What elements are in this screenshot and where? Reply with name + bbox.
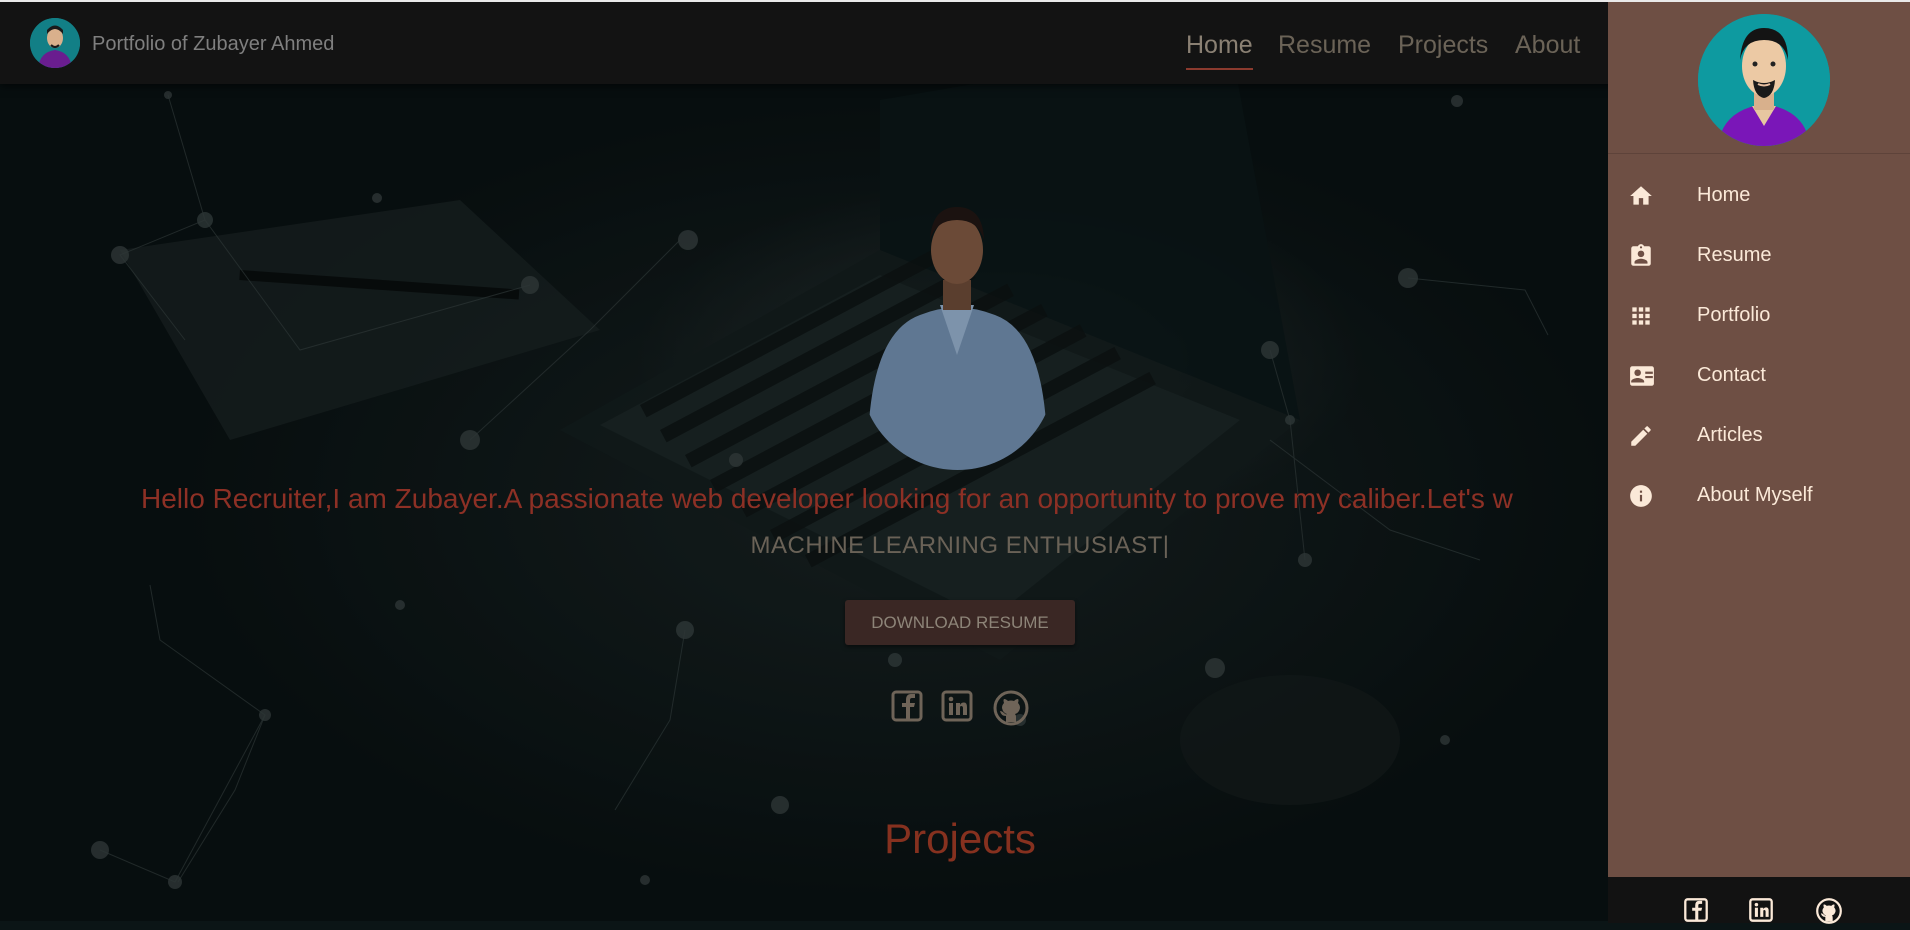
drawer-divider [1608,153,1910,154]
linkedin-icon[interactable] [1748,897,1774,923]
nav-resume-label: Resume [1278,31,1372,59]
drawer-item-portfolio[interactable]: Portfolio [1608,285,1910,345]
drawer-item-resume[interactable]: Resume [1608,225,1910,285]
brand-avatar[interactable] [30,18,80,68]
drawer-footer [1608,877,1910,924]
drawer-item-portfolio-label: Portfolio [1697,304,1771,326]
pencil-icon [1628,423,1654,449]
drawer-item-about-myself-label: About Myself [1697,484,1813,506]
profile-photo [860,195,1055,470]
github-icon[interactable] [1815,897,1842,924]
download-resume-button[interactable]: DOWNLOAD RESUME [845,600,1075,645]
nav-projects-label: Projects [1398,31,1489,59]
drawer-item-about-myself[interactable]: About Myself [1608,465,1910,525]
drawer-item-resume-label: Resume [1697,244,1772,266]
github-icon[interactable] [992,689,1029,726]
drawer-item-articles[interactable]: Articles [1608,405,1910,465]
nav-about[interactable]: About [1515,31,1580,60]
nav-about-label: About [1515,31,1581,59]
active-nav-underline [1186,68,1253,70]
drawer-item-articles-label: Articles [1697,424,1763,446]
facebook-icon[interactable] [1683,897,1709,923]
nav-projects[interactable]: Projects [1398,31,1488,60]
contact-card-icon [1628,363,1654,389]
drawer-item-contact[interactable]: Contact [1608,345,1910,405]
navigation-drawer: Home Resume Portfolio Contact Articles A… [1608,2,1910,924]
nav-home[interactable]: Home [1186,31,1253,70]
nav-home-label: Home [1186,31,1253,59]
info-icon [1628,483,1654,509]
facebook-icon[interactable] [890,689,924,723]
drawer-item-home-label: Home [1697,184,1751,206]
greeting-text: Hello Recruiter,I am Zubayer.A passionat… [141,483,1513,514]
nav-resume[interactable]: Resume [1278,31,1371,60]
badge-icon [1628,243,1654,269]
window-top-edge [0,0,1910,2]
drawer-avatar [1698,14,1830,146]
drawer-item-contact-label: Contact [1697,364,1766,386]
brand-title[interactable]: Portfolio of Zubayer Ahmed [92,33,334,56]
home-icon [1628,183,1654,209]
apps-grid-icon [1628,303,1654,329]
linkedin-icon[interactable] [940,689,974,723]
drawer-item-home[interactable]: Home [1608,165,1910,225]
